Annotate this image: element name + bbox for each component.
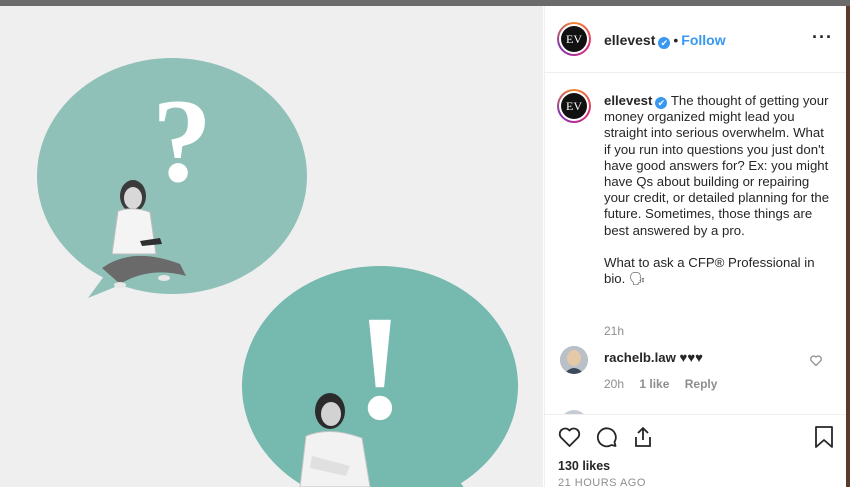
comment-reply-button[interactable]: Reply <box>685 377 718 391</box>
post-sidebar: EV ellevest ✔ • Follow ··· EV ellevest ✔ The… <box>544 6 847 487</box>
commenter-username[interactable]: rachelb.law <box>604 350 676 365</box>
heart-icon[interactable] <box>557 425 582 449</box>
separator-dot: • <box>673 32 679 48</box>
avatar-photo <box>560 346 588 374</box>
comment-likes[interactable]: 1 like <box>639 377 669 391</box>
author-avatar[interactable]: EV <box>557 22 591 56</box>
exclamation-mark: ! <box>355 285 405 451</box>
comment-time[interactable]: 20h <box>604 377 624 391</box>
post-image[interactable]: ? ! <box>0 6 543 487</box>
comment-text: ♥♥♥ <box>679 350 704 365</box>
caption-text-p1: The thought of getting your money organi… <box>604 93 830 238</box>
caption-time[interactable]: 21h <box>604 324 624 338</box>
post-illustration: ? ! <box>37 58 518 487</box>
commenter-avatar[interactable] <box>560 346 588 374</box>
caption-text-p2: What to ask a CFP® Professional in bio. … <box>604 254 815 287</box>
comments-scroll-area[interactable]: EV ellevest ✔ The thought of getting your… <box>545 74 847 414</box>
likes-count[interactable]: 130 likes <box>558 459 610 473</box>
bookmark-icon[interactable] <box>813 425 835 449</box>
posted-time[interactable]: 21 HOURS AGO <box>558 477 646 487</box>
post-actions: 130 likes 21 HOURS AGO <box>545 414 847 487</box>
post-caption: ellevest ✔ The thought of getting your mo… <box>604 93 834 287</box>
more-icon[interactable]: ··· <box>812 27 833 48</box>
instagram-post-modal: ? ! EV ellevest ✔ • Follow ··· EV elleve… <box>0 6 847 487</box>
post-header: EV ellevest ✔ • Follow ··· <box>545 6 847 73</box>
header-title-row: ellevest ✔ • Follow <box>604 32 726 50</box>
comment-row: rachelb.law ♥♥♥ <box>604 350 703 365</box>
author-username[interactable]: ellevest <box>604 32 655 48</box>
comment-like-small-heart-icon[interactable] <box>810 355 822 369</box>
comment-meta: 20h 1 like Reply <box>604 377 729 391</box>
caption-author-avatar[interactable]: EV <box>557 89 591 123</box>
follow-button[interactable]: Follow <box>681 32 725 48</box>
caption-username[interactable]: ellevest <box>604 93 652 108</box>
comment-icon[interactable] <box>594 425 619 449</box>
question-mark: ? <box>152 74 212 207</box>
window-right-edge <box>846 6 850 487</box>
verified-icon: ✔ <box>658 37 671 49</box>
verified-icon: ✔ <box>655 97 668 109</box>
share-icon[interactable] <box>631 425 655 449</box>
